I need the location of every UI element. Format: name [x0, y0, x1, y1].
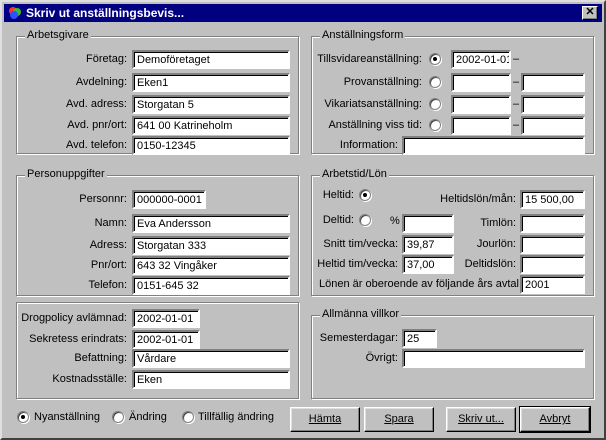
spara-button[interactable]: Spara [364, 407, 434, 432]
hamta-label: Hämta [308, 413, 342, 425]
label-heltid-tim: Heltid tim/vecka: [317, 258, 398, 270]
semesterdagar-field[interactable]: 25 [402, 329, 437, 348]
label-avd-adress: Avd. adress: [66, 98, 127, 110]
timlon-field[interactable] [520, 214, 585, 233]
spara-label: Spara [384, 413, 414, 425]
viss-tid-radio[interactable] [429, 119, 441, 131]
label-ovrigt: Övrigt: [365, 352, 398, 364]
adress-field[interactable]: Storgatan 333 [132, 236, 290, 255]
deltid-radio[interactable] [359, 214, 371, 226]
andring-radio[interactable] [112, 411, 124, 423]
title-bar[interactable]: Skriv ut anställningsbevis... ✕ [4, 4, 602, 22]
avd-telefon-field[interactable]: 0150-12345 [132, 136, 290, 155]
snitt-field[interactable]: 39,87 [402, 235, 454, 254]
label-foretag: Företag: [86, 53, 127, 65]
close-button[interactable]: ✕ [582, 6, 598, 20]
dialog-window: Skriv ut anställningsbevis... ✕ Arbetsgi… [0, 0, 606, 440]
foretag-field[interactable]: Demoföretaget [132, 50, 290, 69]
pnr-ort-field[interactable]: 643 32 Vingåker [132, 256, 290, 275]
legend-arbetsgivare: Arbetsgivare [25, 29, 91, 41]
prov-dash: – [513, 76, 520, 88]
label-pnr-ort: Pnr/ort: [90, 259, 127, 271]
sekretess-field[interactable]: 2002-01-01 [132, 330, 200, 349]
label-vikariat: Vikariatsanställning: [324, 98, 422, 110]
legend-personuppgifter: Personuppgifter [25, 168, 107, 180]
skriv-ut-button[interactable]: Skriv ut... [446, 407, 516, 432]
namn-field[interactable]: Eva Andersson [132, 214, 290, 233]
deltidslon-field[interactable] [520, 255, 585, 274]
label-avd-telefon: Avd. telefon: [66, 139, 127, 151]
close-icon: ✕ [585, 6, 595, 18]
personnr-field[interactable]: 000000-0001 [132, 190, 206, 209]
label-deltidslon: Deltidslön: [464, 258, 516, 270]
label-prov: Provanställning: [343, 76, 422, 88]
label-personnr: Personnr: [79, 193, 127, 205]
label-avtal: Lönen är oberoende av följande års avtal… [319, 278, 523, 290]
tillfallig-radio[interactable] [182, 411, 194, 423]
avtal-field[interactable]: 2001 [520, 275, 585, 294]
label-tillsvidare: Tillsvidareanställning: [317, 53, 422, 65]
nyanstallning-radio[interactable] [17, 411, 29, 423]
tillsvidare-from-field[interactable]: 2002-01-01 [451, 50, 511, 69]
viss-tid-from-field[interactable] [451, 116, 511, 135]
label-heltidslon: Heltidslön/mån: [440, 193, 516, 205]
skriv-ut-label: Skriv ut... [458, 413, 504, 425]
prov-from-field[interactable] [451, 73, 511, 92]
tillsvidare-radio[interactable] [429, 53, 441, 65]
label-semesterdagar: Semesterdagar: [319, 332, 398, 344]
label-deltid: Deltid: [322, 214, 354, 226]
ovrigt-field[interactable] [402, 349, 585, 368]
label-sekretess: Sekretess erindrats: [29, 333, 127, 345]
label-adress: Adress: [89, 239, 127, 251]
jourlon-field[interactable] [520, 235, 585, 254]
label-drogpolicy: Drogpolicy avlämnad: [21, 312, 127, 324]
vikariat-dash: – [513, 98, 520, 110]
viss-tid-to-field[interactable] [521, 116, 585, 135]
label-andring[interactable]: Ändring [129, 408, 167, 426]
label-viss-tid: Anställning viss tid: [328, 119, 422, 131]
legend-allmanna-villkor: Allmänna villkor [320, 308, 402, 320]
label-telefon: Telefon: [88, 279, 127, 291]
label-kostnadsstalle: Kostnadsställe: [52, 373, 127, 385]
label-avdelning: Avdelning: [75, 76, 127, 88]
heltid-tim-field[interactable]: 37,00 [402, 255, 454, 274]
avd-adress-field[interactable]: Storgatan 5 [132, 95, 290, 114]
label-snitt: Snitt tim/vecka: [323, 238, 398, 250]
label-information: Information: [339, 139, 398, 151]
tillsvidare-dash: – [513, 53, 520, 65]
label-nyanstallning[interactable]: Nyanställning [34, 408, 100, 426]
vikariat-from-field[interactable] [451, 95, 511, 114]
befattning-field[interactable]: Vårdare [132, 349, 290, 368]
label-avd-pnr-ort: Avd. pnr/ort: [67, 119, 127, 131]
viss-tid-dash: – [513, 119, 520, 131]
legend-anstallningsform: Anställningsform [320, 29, 406, 41]
kostnadsstalle-field[interactable]: Eken [132, 370, 290, 389]
app-logo-icon [9, 7, 21, 19]
vikariat-radio[interactable] [429, 98, 441, 110]
avd-pnr-ort-field[interactable]: 641 00 Katrineholm [132, 116, 290, 135]
avdelning-field[interactable]: Eken1 [132, 73, 290, 92]
label-heltid: Heltid: [322, 189, 354, 201]
hamta-button[interactable]: Hämta [290, 407, 360, 432]
telefon-field[interactable]: 0151-645 32 [132, 276, 290, 295]
label-namn: Namn: [94, 217, 127, 229]
heltidslon-field[interactable]: 15 500,00 [520, 190, 585, 209]
window-title: Skriv ut anställningsbevis... [26, 6, 185, 20]
vikariat-to-field[interactable] [521, 95, 585, 114]
information-field[interactable] [402, 136, 585, 155]
deltid-percent-label: % [390, 215, 400, 227]
deltid-percent-field[interactable] [402, 214, 454, 233]
label-timlon: Timlön: [480, 217, 516, 229]
prov-to-field[interactable] [521, 73, 585, 92]
drogpolicy-field[interactable]: 2002-01-01 [132, 309, 200, 328]
prov-radio[interactable] [429, 76, 441, 88]
legend-arbetstid-lon: Arbetstid/Lön [320, 168, 389, 180]
label-tillfallig[interactable]: Tillfällig ändring [198, 408, 274, 426]
heltid-radio[interactable] [359, 189, 371, 201]
avbryt-label: Avbryt [539, 413, 571, 425]
label-jourlon: Jourlön: [476, 238, 516, 250]
label-befattning: Befattning: [74, 352, 127, 364]
avbryt-button[interactable]: Avbryt [519, 406, 591, 433]
